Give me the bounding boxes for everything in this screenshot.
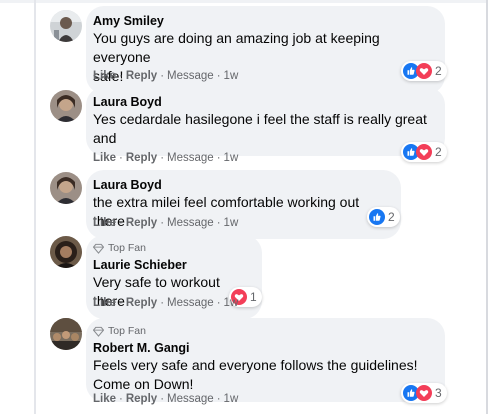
comment-actions: Like · Reply · Message · 1w [93,70,239,82]
like-button[interactable]: Like [93,70,116,82]
timestamp[interactable]: 1w [224,217,239,229]
top-fan-badge: Top Fan [93,325,435,338]
reply-button[interactable]: Reply [126,152,157,164]
reply-button[interactable]: Reply [126,217,157,229]
reaction-summary[interactable]: 3 [401,383,447,403]
like-button[interactable]: Like [93,217,116,229]
love-icon [416,63,432,79]
timestamp[interactable]: 1w [224,297,239,309]
avatar[interactable] [50,236,82,268]
message-link[interactable]: Message [167,297,214,309]
avatar[interactable] [50,90,82,122]
message-link[interactable]: Message [167,70,214,82]
comment-text-line: You guys are doing an amazing job at kee… [93,30,380,65]
comment-actions: Like · Reply · Message · 1w [93,217,239,229]
reaction-count: 2 [435,145,442,159]
comment-text-line: Feels very safe and everyone follows the… [93,357,418,373]
comment-text-line: and [93,130,117,146]
top-edge [0,0,488,3]
love-icon [416,144,432,160]
reply-button[interactable]: Reply [126,297,157,309]
love-icon [416,385,432,401]
reaction-summary[interactable]: 2 [401,142,447,162]
diamond-icon [93,243,104,254]
timestamp[interactable]: 1w [224,393,239,405]
like-button[interactable]: Like [93,152,116,164]
reaction-count: 2 [388,210,395,224]
comment-bubble: Top Fan Robert M. Gangi Feels very safe … [86,318,445,402]
author-name[interactable]: Laurie Schieber [93,257,252,273]
author-name[interactable]: Laura Boyd [93,94,435,110]
diamond-icon [93,326,104,337]
reaction-count: 1 [250,290,257,304]
author-name[interactable]: Robert M. Gangi [93,340,435,356]
author-name[interactable]: Amy Smiley [93,13,435,29]
like-icon [369,209,385,225]
comment-bubble: Laura Boyd Yes cedardale hasilegone i fe… [86,87,445,156]
reaction-summary[interactable]: 2 [401,61,447,81]
message-link[interactable]: Message [167,393,214,405]
avatar[interactable] [50,10,82,42]
message-link[interactable]: Message [167,152,214,164]
timestamp[interactable]: 1w [224,70,239,82]
avatar[interactable] [50,318,82,350]
like-button[interactable]: Like [93,297,116,309]
reply-button[interactable]: Reply [126,70,157,82]
top-fan-label: Top Fan [108,242,146,254]
message-link[interactable]: Message [167,217,214,229]
comment-actions: Like · Reply · Message · 1w [93,393,239,405]
reaction-count: 2 [435,64,442,78]
top-fan-badge: Top Fan [93,242,252,255]
comment-actions: Like · Reply · Message · 1w [93,152,239,164]
reaction-summary[interactable]: 2 [367,207,400,227]
comment-actions: Like · Reply · Message · 1w [93,297,239,309]
like-button[interactable]: Like [93,393,116,405]
comment-text-line: Yes cedardale hasilegone i feel the staf… [93,111,427,127]
reply-button[interactable]: Reply [126,393,157,405]
reaction-count: 3 [435,386,442,400]
timestamp[interactable]: 1w [224,152,239,164]
thread-line [34,0,36,414]
avatar[interactable] [50,172,82,204]
top-fan-label: Top Fan [108,325,146,337]
author-name[interactable]: Laura Boyd [93,177,391,193]
